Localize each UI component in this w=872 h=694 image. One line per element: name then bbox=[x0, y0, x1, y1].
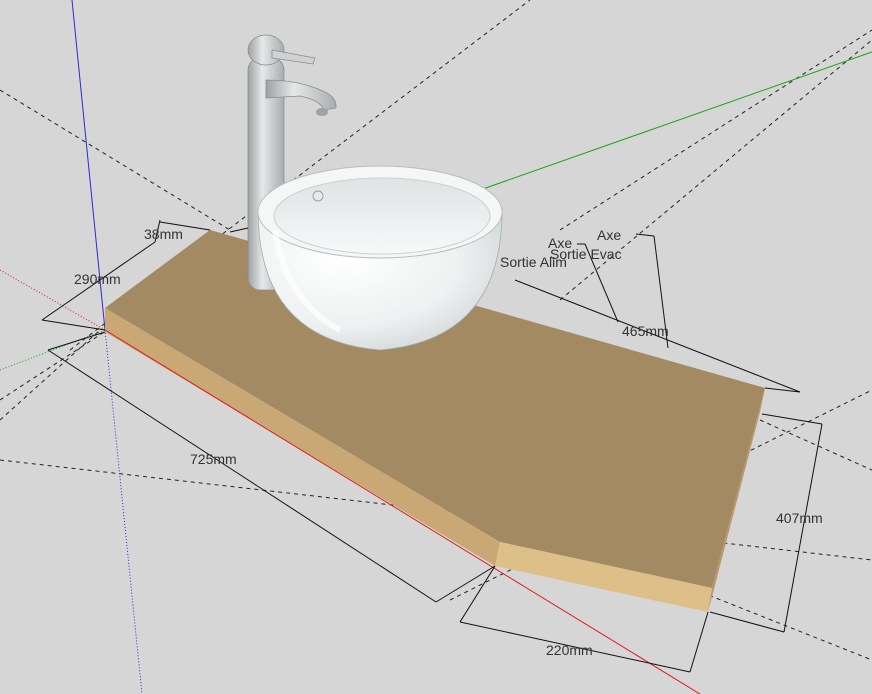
faucet-cap bbox=[247, 34, 285, 66]
basin-interior bbox=[273, 177, 491, 255]
dim-407-label: 407mm bbox=[776, 510, 823, 526]
dim-38-label: 38mm bbox=[144, 226, 183, 242]
dim-290-label: 290mm bbox=[74, 271, 121, 287]
3d-viewport[interactable]: 38mm 290mm 725mm 465mm 407mm 220mm Axe S… bbox=[0, 0, 872, 694]
label-axe-2: Axe bbox=[597, 227, 621, 243]
overflow-hole bbox=[312, 190, 324, 202]
dim-220-label: 220mm bbox=[546, 642, 593, 658]
label-sortie-evac: Sortie Evac bbox=[550, 246, 622, 262]
faucet-tip bbox=[316, 108, 328, 116]
dim-725-label: 725mm bbox=[190, 451, 237, 467]
dim-465-label: 465mm bbox=[622, 323, 669, 339]
